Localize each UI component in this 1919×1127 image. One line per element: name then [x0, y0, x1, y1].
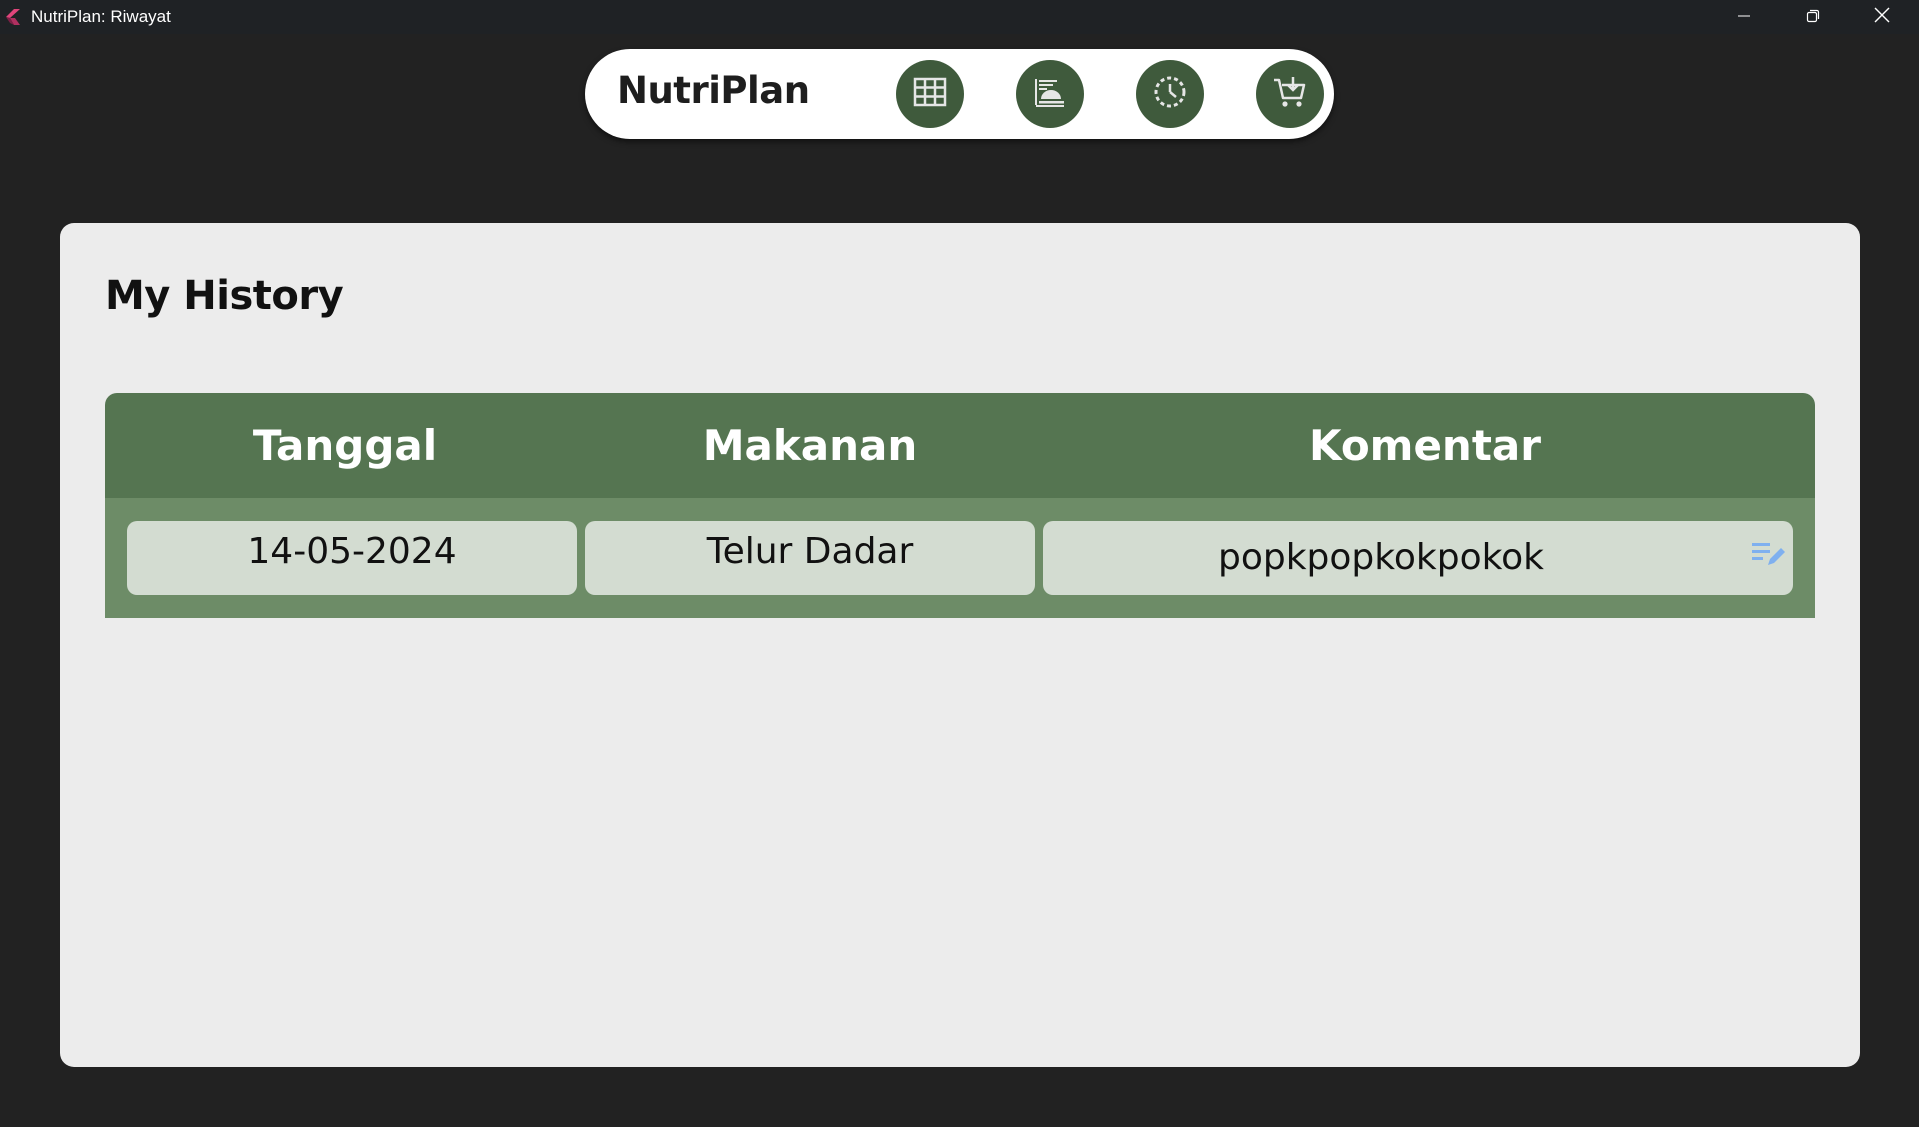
close-button[interactable]	[1848, 0, 1916, 34]
top-navbar: NutriPlan	[585, 49, 1334, 139]
window-title: NutriPlan: Riwayat	[31, 7, 171, 26]
cell-komentar: popkpopkokpokok	[1043, 521, 1793, 595]
table-row: 14-05-2024 Telur Dadar popkpopkokpokok	[105, 498, 1815, 618]
table-header: Tanggal Makanan Komentar	[105, 393, 1815, 498]
window-titlebar: NutriPlan: Riwayat	[0, 0, 1919, 34]
history-table: Tanggal Makanan Komentar 14-05-2024 Telu…	[105, 393, 1815, 618]
page-title: My History	[105, 273, 344, 319]
nav-food-button[interactable]	[1016, 60, 1084, 128]
comment-text: popkpopkokpokok	[1217, 537, 1545, 578]
maximize-button[interactable]	[1779, 0, 1847, 34]
minimize-icon	[1737, 8, 1751, 27]
minimize-button[interactable]	[1710, 0, 1778, 34]
edit-comment-button[interactable]	[1749, 541, 1789, 575]
nav-cart-button[interactable]	[1256, 60, 1324, 128]
column-header-komentar: Komentar	[1309, 421, 1541, 470]
cell-makanan: Telur Dadar	[585, 521, 1035, 595]
nav-grid-button[interactable]	[896, 60, 964, 128]
column-header-makanan: Makanan	[702, 421, 918, 470]
cell-tanggal: 14-05-2024	[127, 521, 577, 595]
nav-history-button[interactable]	[1136, 60, 1204, 128]
edit-note-icon	[1750, 521, 1788, 595]
brand-title: NutriPlan	[617, 69, 810, 112]
maximize-icon	[1806, 8, 1820, 27]
column-header-tanggal: Tanggal	[252, 421, 438, 470]
flutter-logo-icon	[6, 9, 20, 25]
history-clock-icon	[1152, 74, 1188, 114]
shopping-cart-icon	[1272, 74, 1308, 114]
grid-icon	[913, 77, 947, 111]
food-tray-icon	[1033, 75, 1067, 113]
close-icon	[1874, 7, 1890, 27]
history-card: My History Tanggal Makanan Komentar 14-0…	[60, 223, 1860, 1067]
